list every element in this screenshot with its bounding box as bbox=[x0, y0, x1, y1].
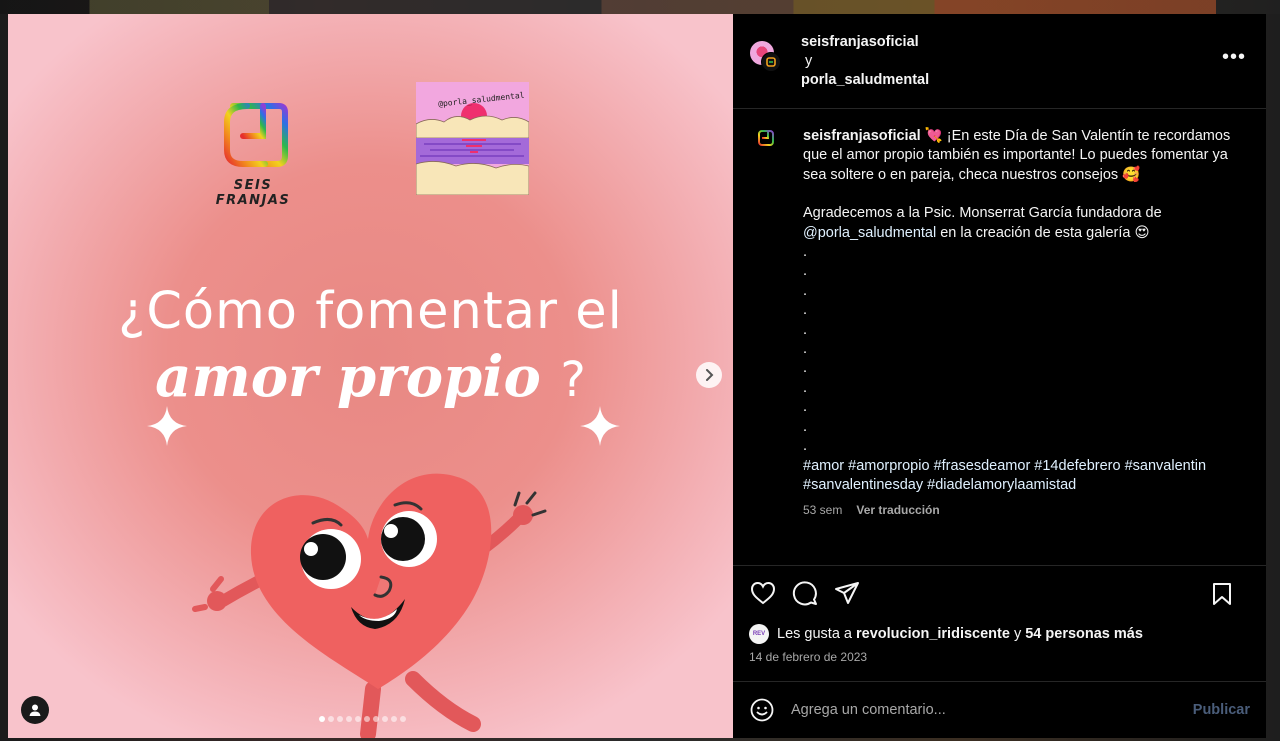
post-modal: SEIS FRANJAS @porla_saludmental ¿Cómo fo… bbox=[8, 14, 1266, 738]
liker-avatar[interactable]: REV bbox=[749, 624, 769, 644]
collab-avatars[interactable] bbox=[749, 40, 783, 74]
caption-dot-line: . bbox=[803, 399, 808, 416]
seis-franjas-avatar-logo bbox=[758, 130, 774, 146]
sparkle-icon bbox=[147, 406, 187, 446]
carousel-indicator bbox=[319, 716, 406, 724]
post-date: 14 de febrero de 2023 bbox=[749, 650, 868, 664]
headline-emphasis: amor propio bbox=[155, 344, 541, 410]
headline-line2: amor propio ? bbox=[8, 344, 733, 410]
seis-franjas-logo: SEIS FRANJAS bbox=[203, 92, 303, 208]
avatar-seisfranjasoficial[interactable] bbox=[761, 52, 781, 72]
send-icon bbox=[835, 582, 859, 604]
caption-dot-line: . bbox=[803, 360, 808, 377]
comment-composer: Publicar bbox=[733, 681, 1266, 738]
user-icon bbox=[29, 704, 41, 716]
caption-dot-line: . bbox=[803, 263, 808, 280]
hashtags[interactable]: #amor #amorpropio #frasesdeamor #14defeb… bbox=[803, 457, 1233, 496]
headline-question-mark: ? bbox=[560, 352, 586, 408]
smiley-icon bbox=[750, 698, 774, 722]
caption-dot-lines: ........... bbox=[803, 243, 1233, 456]
carousel-dot bbox=[391, 716, 397, 722]
caption-paragraph-2: Agradecemos a la Psic. Monserrat García … bbox=[803, 205, 1162, 241]
share-button[interactable] bbox=[833, 579, 861, 607]
caption-dot-line: . bbox=[803, 282, 808, 299]
caption-paragraph-1: seisfranjasoficial 💘 ¡En este Día de San … bbox=[803, 128, 1235, 183]
caption-dot-line: . bbox=[803, 438, 808, 455]
post-header: seisfranjasoficial y porla_saludmental •… bbox=[733, 14, 1266, 109]
comment-icon bbox=[792, 581, 817, 606]
carousel-dot bbox=[364, 716, 370, 722]
action-bar bbox=[749, 578, 1250, 608]
background-feed-strip bbox=[0, 0, 1280, 14]
caption-meta: 53 sem Ver traducción bbox=[803, 501, 1233, 520]
carousel-dot bbox=[373, 716, 379, 722]
more-options-icon[interactable]: ••• bbox=[1222, 47, 1246, 67]
carousel-next-button[interactable] bbox=[696, 362, 722, 388]
see-translation-button[interactable]: Ver traducción bbox=[856, 501, 939, 520]
carousel-dot bbox=[346, 716, 352, 722]
porla-saludmental-logo: @porla_saludmental bbox=[416, 82, 529, 195]
carousel-dot bbox=[382, 716, 388, 722]
like-button[interactable] bbox=[749, 579, 777, 607]
likes-count[interactable]: 54 personas más bbox=[1025, 626, 1143, 642]
sparkle-icon bbox=[580, 406, 620, 446]
bookmark-icon bbox=[1213, 583, 1231, 605]
header-username-1[interactable]: seisfranjasoficial bbox=[801, 34, 919, 50]
heart-character-illustration bbox=[192, 473, 547, 738]
caption-dot-line: . bbox=[803, 418, 808, 435]
post-side-panel: seisfranjasoficial y porla_saludmental •… bbox=[733, 14, 1266, 738]
headline-line1: ¿Cómo fomentar el bbox=[118, 282, 623, 341]
caption-username[interactable]: seisfranjasoficial bbox=[803, 128, 921, 144]
header-joiner: y bbox=[805, 52, 813, 69]
post-media[interactable]: SEIS FRANJAS @porla_saludmental ¿Cómo fo… bbox=[8, 14, 733, 738]
caption-text: seisfranjasoficial 💘 ¡En este Día de San … bbox=[803, 127, 1233, 565]
carousel-dot bbox=[337, 716, 343, 722]
carousel-dot bbox=[319, 716, 325, 722]
caption-dot-line: . bbox=[803, 379, 808, 396]
publish-button[interactable]: Publicar bbox=[1193, 702, 1250, 718]
tagged-users-button[interactable] bbox=[21, 696, 49, 724]
carousel-dot bbox=[328, 716, 334, 722]
caption-dot-line: . bbox=[803, 244, 808, 261]
seis-franjas-logo-caption: SEIS FRANJAS bbox=[215, 178, 291, 208]
header-username-2[interactable]: porla_saludmental bbox=[801, 72, 929, 88]
collab-names: seisfranjasoficial y porla_saludmental bbox=[801, 33, 929, 90]
caption-dot-line: . bbox=[803, 302, 808, 319]
carousel-dot bbox=[355, 716, 361, 722]
heart-icon bbox=[750, 581, 776, 605]
save-button[interactable] bbox=[1208, 580, 1236, 608]
caption-area: seisfranjasoficial 💘 ¡En este Día de San … bbox=[733, 109, 1266, 565]
caption-dot-line: . bbox=[803, 341, 808, 358]
post-age: 53 sem bbox=[803, 503, 843, 518]
seis-franjas-avatar-logo bbox=[766, 57, 776, 67]
comment-input[interactable] bbox=[791, 702, 1193, 718]
mention-link[interactable]: @porla_saludmental bbox=[803, 225, 936, 241]
caption-avatar[interactable] bbox=[749, 127, 783, 161]
comment-button[interactable] bbox=[791, 579, 819, 607]
chevron-right-icon bbox=[706, 369, 714, 381]
liker-username[interactable]: revolucion_iridiscente bbox=[856, 626, 1010, 642]
actions-area: REV Les gusta a revolucion_iridiscente y… bbox=[733, 565, 1266, 681]
carousel-dot bbox=[400, 716, 406, 722]
likes-summary: REV Les gusta a revolucion_iridiscente y… bbox=[749, 624, 1250, 644]
seis-franjas-logo-mark bbox=[224, 103, 288, 167]
emoji-button[interactable] bbox=[749, 697, 775, 723]
caption-dot-line: . bbox=[803, 321, 808, 338]
